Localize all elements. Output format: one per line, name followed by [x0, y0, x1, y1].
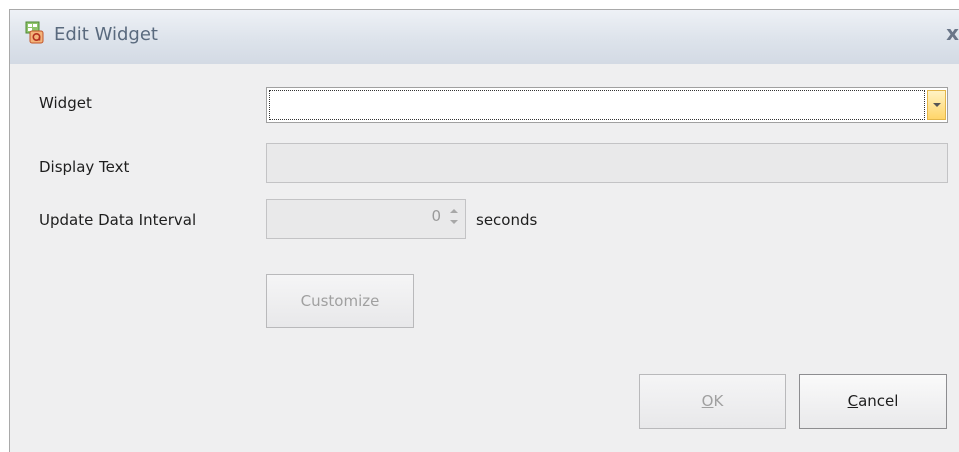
widget-combobox-text[interactable]	[269, 90, 925, 120]
ok-button[interactable]: OK	[639, 374, 786, 429]
cancel-button[interactable]: Cancel	[799, 374, 947, 429]
update-interval-spinner[interactable]: 0	[266, 199, 466, 239]
update-interval-label: Update Data Interval	[39, 211, 197, 229]
spin-up-icon[interactable]	[450, 209, 458, 213]
display-text-label: Display Text	[39, 158, 130, 176]
spin-down-icon[interactable]	[450, 220, 458, 224]
widget-dropdown-button[interactable]	[927, 90, 946, 120]
interval-unit-label: seconds	[476, 211, 538, 229]
dialog-title: Edit Widget	[54, 24, 158, 45]
chevron-down-icon	[933, 103, 941, 107]
display-text-field[interactable]	[266, 143, 948, 183]
spinner-arrows[interactable]	[449, 206, 459, 228]
cancel-label-rest: ancel	[858, 392, 899, 410]
widget-combobox[interactable]	[266, 87, 948, 123]
ok-label-rest: K	[713, 392, 724, 410]
widget-label: Widget	[39, 94, 92, 112]
widget-app-icon	[25, 21, 44, 44]
title-bar[interactable]: Edit Widget x	[10, 10, 959, 64]
ok-mnemonic: O	[701, 392, 714, 410]
close-icon[interactable]: x	[946, 21, 959, 45]
edit-widget-dialog: Edit Widget x Widget Display Text Update…	[9, 9, 959, 452]
customize-button[interactable]: Customize	[266, 274, 414, 328]
cancel-mnemonic: C	[847, 392, 859, 410]
update-interval-value[interactable]: 0	[431, 207, 441, 225]
